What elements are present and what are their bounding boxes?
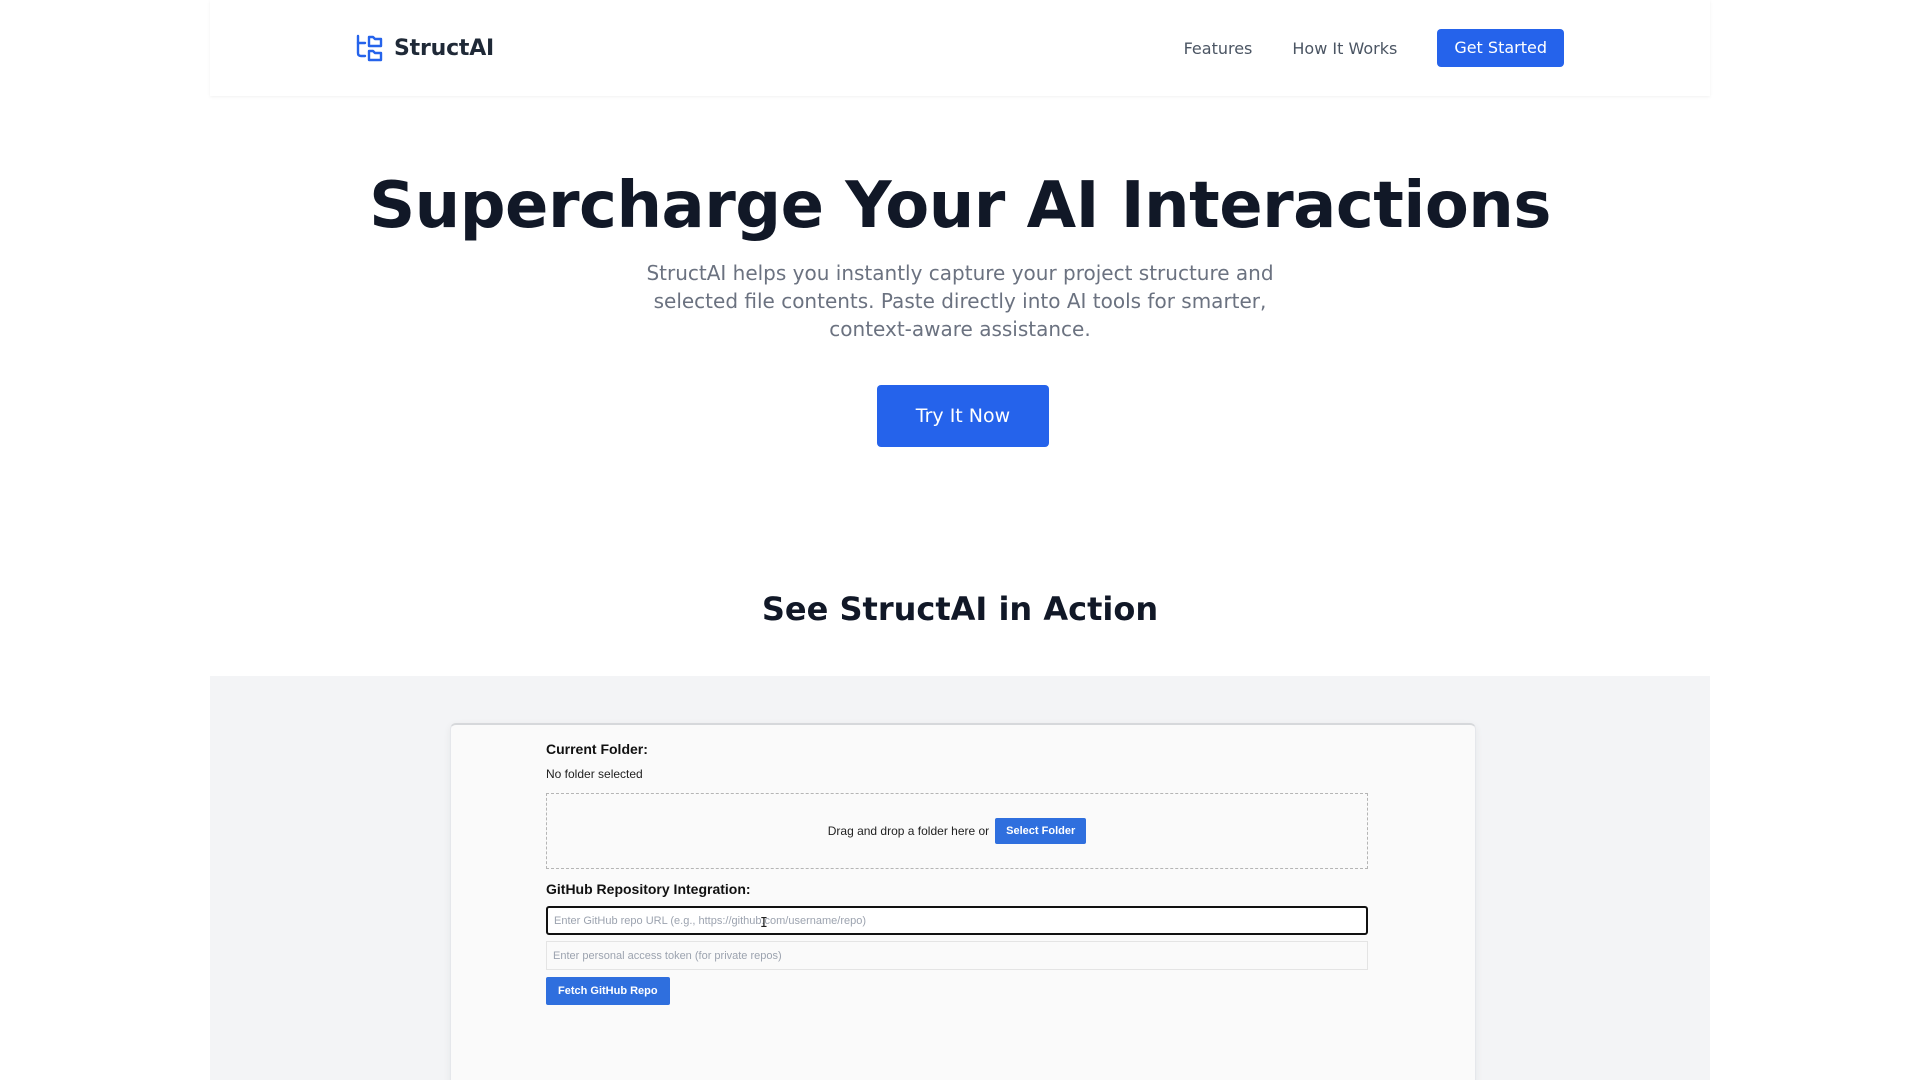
hero-title: Supercharge Your AI Interactions <box>369 169 1551 243</box>
folder-dropzone[interactable]: Drag and drop a folder here or Select Fo… <box>546 793 1368 869</box>
github-integration-label: GitHub Repository Integration: <box>546 881 751 897</box>
dropzone-text: Drag and drop a folder here or <box>827 824 990 838</box>
demo-screenshot-frame: Current Folder: No folder selected Drag … <box>450 723 1476 1080</box>
brand-name: StructAI <box>394 35 495 61</box>
hero-subtitle: StructAI helps you instantly capture you… <box>646 261 1274 341</box>
get-started-button[interactable]: Get Started <box>1437 29 1564 67</box>
select-folder-button[interactable]: Select Folder <box>995 818 1087 844</box>
try-it-now-button[interactable]: Try It Now <box>877 385 1049 447</box>
site-header: StructAI Features How It Works Get Start… <box>210 0 1710 96</box>
fetch-github-repo-button[interactable]: Fetch GitHub Repo <box>546 977 670 1005</box>
current-folder-label: Current Folder: <box>546 741 648 757</box>
github-repo-url-input[interactable] <box>546 906 1368 935</box>
nav-link-features[interactable]: Features <box>1184 39 1253 58</box>
folder-tree-icon <box>356 34 383 62</box>
main-nav: Features How It Works Get Started <box>1184 29 1564 67</box>
current-folder-value: No folder selected <box>546 767 643 781</box>
brand-logo-link[interactable]: StructAI <box>354 33 494 63</box>
personal-access-token-input[interactable] <box>546 941 1368 970</box>
nav-link-how-it-works[interactable]: How It Works <box>1292 39 1397 58</box>
demo-section-heading: See StructAI in Action <box>761 590 1159 628</box>
demo-area: Current Folder: No folder selected Drag … <box>210 676 1710 1080</box>
